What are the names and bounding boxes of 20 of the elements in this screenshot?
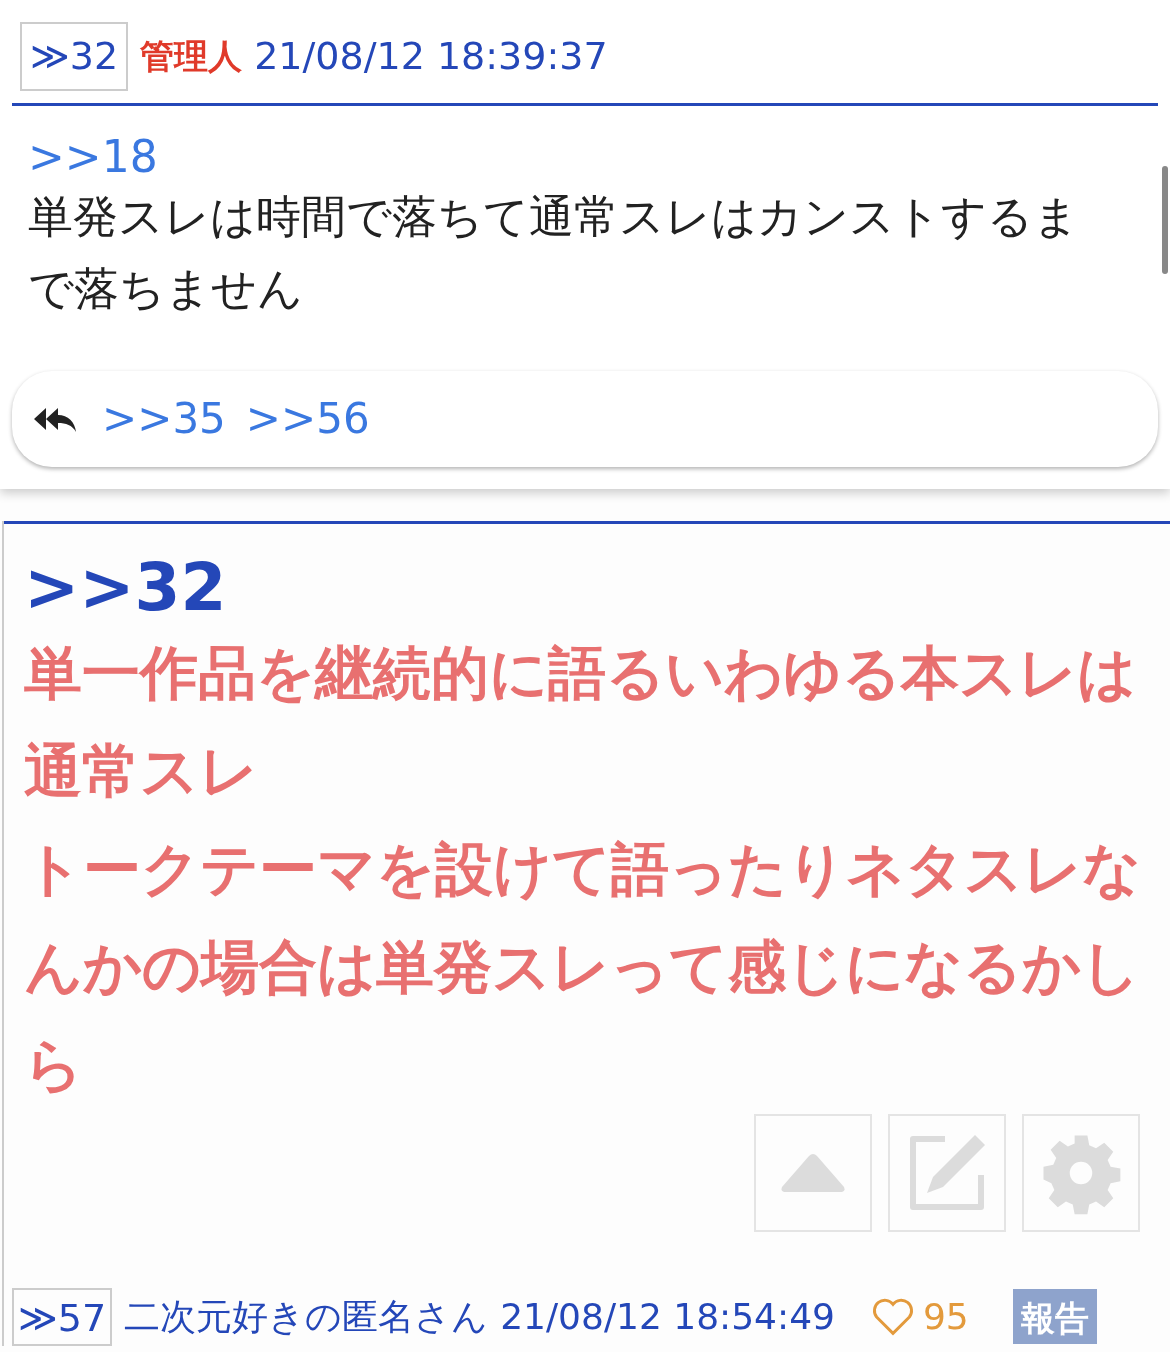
reply-link[interactable]: >>56	[245, 387, 370, 451]
heart-icon[interactable]	[870, 1296, 915, 1337]
post-body: 単発スレは時間で落ちて通常スレはカンストするまで落ちません	[28, 188, 1080, 317]
like-count: 95	[922, 1294, 969, 1339]
anchor-link[interactable]: >>32	[24, 551, 1162, 625]
author-name: 二次元好きの匿名さん	[124, 1294, 489, 1339]
post-number[interactable]: ≫57	[12, 1288, 113, 1346]
scroll-up-button[interactable]	[754, 1114, 872, 1233]
post-text: 単一作品を継続的に語るいわゆる本スレは通常スレ	[24, 638, 1137, 808]
triangle-up-icon	[780, 1153, 846, 1194]
timestamp: 21/08/12 18:54:49	[500, 1294, 835, 1339]
post-number[interactable]: ≫32	[20, 22, 129, 92]
settings-button[interactable]	[1022, 1114, 1140, 1233]
edit-button[interactable]	[888, 1114, 1006, 1233]
author-name: 管理人	[140, 35, 243, 79]
reply-link[interactable]: >>35	[102, 387, 226, 451]
anchor-link[interactable]: >>18	[28, 134, 1142, 181]
report-button[interactable]: 報告	[1012, 1289, 1097, 1345]
post-text: トークテーマを設けて語ったりネタスレなんかの場合は単発スレって感じになるかしら	[24, 834, 1142, 1102]
timestamp: 21/08/12 18:39:37	[254, 33, 608, 81]
